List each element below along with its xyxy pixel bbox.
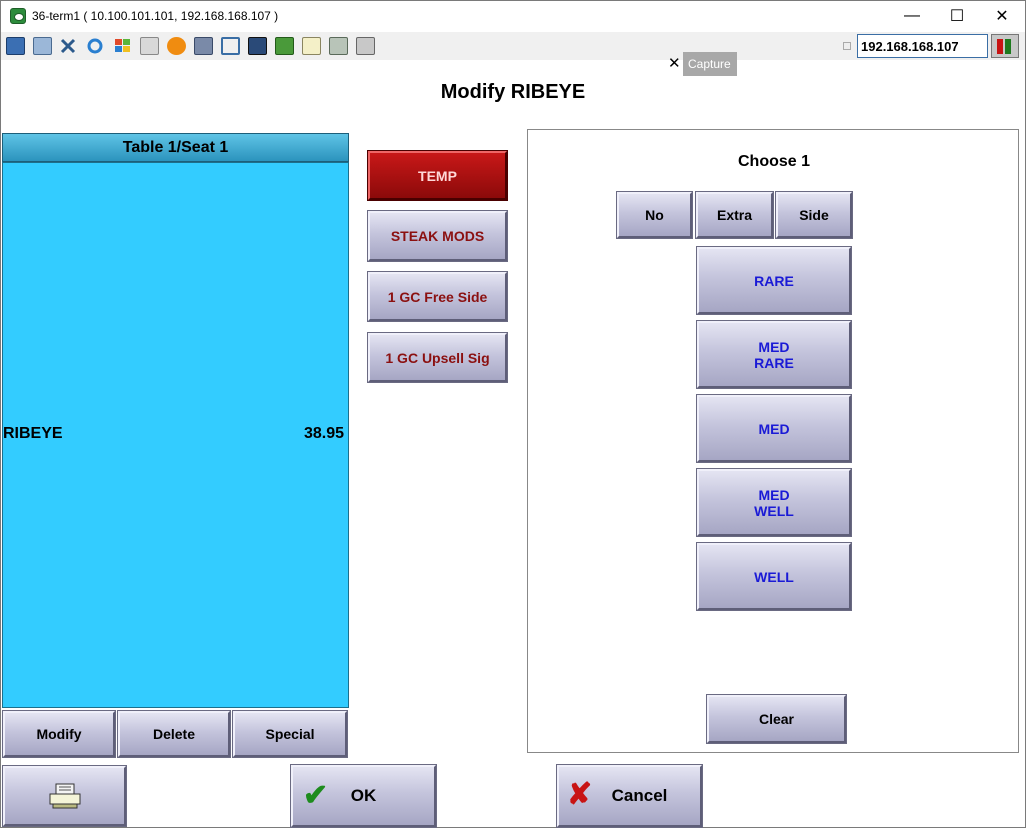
check-item-name: RIBEYE — [3, 425, 63, 442]
status-indicator — [991, 34, 1019, 58]
keyboard-icon[interactable] — [140, 37, 159, 55]
modifier-group-temp[interactable]: TEMP — [368, 151, 507, 200]
capture-tooltip: Capture — [683, 52, 737, 76]
title-bar: 36-term1 ( 10.100.101.101, 192.168.168.1… — [1, 1, 1025, 31]
cancel-button[interactable]: ✘ Cancel — [557, 765, 702, 827]
ok-label: OK — [350, 786, 377, 805]
ip-address-field[interactable]: 192.168.168.107 — [857, 34, 988, 58]
option-label-line2: WELL — [754, 502, 794, 519]
option-label: WELL — [754, 568, 794, 585]
option-rare-button[interactable]: RARE — [697, 247, 851, 314]
ok-button[interactable]: ✔ OK — [291, 765, 436, 827]
transfer-icon[interactable] — [275, 37, 294, 55]
modifier-group-steak-mods[interactable]: STEAK MODS — [368, 211, 507, 261]
windows-icon[interactable] — [33, 37, 52, 55]
printer-icon — [48, 782, 82, 810]
option-label: MED — [758, 338, 790, 355]
qualifier-no-button[interactable]: No — [617, 192, 692, 238]
maximize-button[interactable]: ☐ — [934, 1, 980, 31]
qualifier-side-button[interactable]: Side — [776, 192, 852, 238]
special-button[interactable]: Special — [233, 711, 347, 757]
qualifier-extra-button[interactable]: Extra — [696, 192, 773, 238]
app-window: 36-term1 ( 10.100.101.101, 192.168.168.1… — [0, 0, 1026, 828]
close-button[interactable]: ✕ — [979, 1, 1025, 31]
option-label-line2: RARE — [754, 354, 794, 371]
cancel-label: Cancel — [611, 786, 668, 805]
option-label: MED — [758, 420, 790, 437]
resize-icon[interactable] — [329, 37, 348, 55]
print-button[interactable] — [3, 766, 126, 826]
check-item-price: 38.95 — [303, 425, 344, 442]
option-label: MED — [758, 486, 790, 503]
option-well-button[interactable]: WELL — [697, 543, 851, 610]
minimize-button[interactable]: — — [889, 1, 935, 31]
option-label: RARE — [754, 272, 794, 289]
modify-button[interactable]: Modify — [3, 711, 115, 757]
fullscreen-icon[interactable] — [221, 37, 240, 55]
alert-icon[interactable] — [167, 37, 186, 55]
modifier-group-upsell-sig[interactable]: 1 GC Upsell Sig — [368, 333, 507, 382]
chat-icon[interactable] — [356, 37, 375, 55]
display-icon[interactable] — [248, 37, 267, 55]
network-icon[interactable] — [194, 37, 213, 55]
check-header: Table 1/Seat 1 — [2, 133, 349, 162]
tools-icon[interactable] — [59, 37, 78, 55]
notepad-icon[interactable] — [302, 37, 321, 55]
refresh-icon[interactable] — [86, 37, 105, 55]
check-list[interactable]: RIBEYE 38.95 — [2, 162, 349, 708]
check-item[interactable]: RIBEYE 38.95 — [3, 425, 348, 443]
modifier-group-free-side[interactable]: 1 GC Free Side — [368, 272, 507, 321]
monitor-icon[interactable] — [6, 37, 25, 55]
toolbar-checkbox[interactable] — [843, 42, 851, 50]
windows-flag-icon[interactable] — [113, 37, 132, 55]
option-med-well-button[interactable]: MED WELL — [697, 469, 851, 536]
clear-button[interactable]: Clear — [707, 695, 846, 743]
option-med-button[interactable]: MED — [697, 395, 851, 462]
window-title: 36-term1 ( 10.100.101.101, 192.168.168.1… — [32, 9, 279, 23]
page-title: Modify RIBEYE — [440, 81, 586, 103]
close-capture-icon[interactable]: ✕ — [668, 56, 681, 71]
choose-title: Choose 1 — [737, 153, 810, 170]
option-med-rare-button[interactable]: MED RARE — [697, 321, 851, 388]
app-icon — [10, 8, 26, 24]
delete-button[interactable]: Delete — [118, 711, 230, 757]
